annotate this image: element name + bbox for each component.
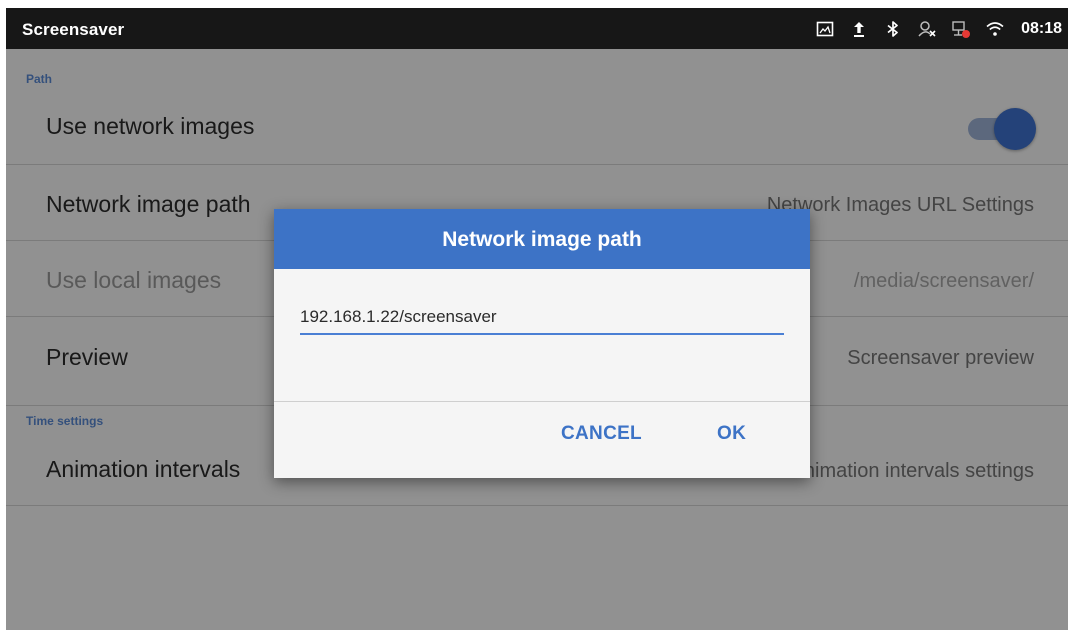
network-error-icon (951, 19, 971, 39)
upload-icon (849, 19, 869, 39)
wifi-icon (985, 19, 1005, 39)
ok-button[interactable]: OK (717, 423, 746, 445)
bluetooth-icon (883, 19, 903, 39)
app-title: Screensaver (22, 20, 125, 39)
dialog-divider (274, 401, 810, 402)
network-image-path-input[interactable] (300, 305, 784, 335)
no-contact-icon (917, 19, 937, 39)
status-bar: Screensaver 08:18 (6, 8, 1068, 49)
screenshot-icon (815, 19, 835, 39)
cancel-button[interactable]: CANCEL (561, 423, 642, 445)
screensaver-settings-screen: Screensaver 08:18 Path Use network image… (6, 8, 1068, 630)
network-image-path-dialog: Network image path CANCEL OK (274, 209, 810, 478)
dialog-title: Network image path (274, 209, 810, 269)
status-icons: 08:18 (815, 8, 1068, 49)
clock: 08:18 (1021, 19, 1062, 37)
